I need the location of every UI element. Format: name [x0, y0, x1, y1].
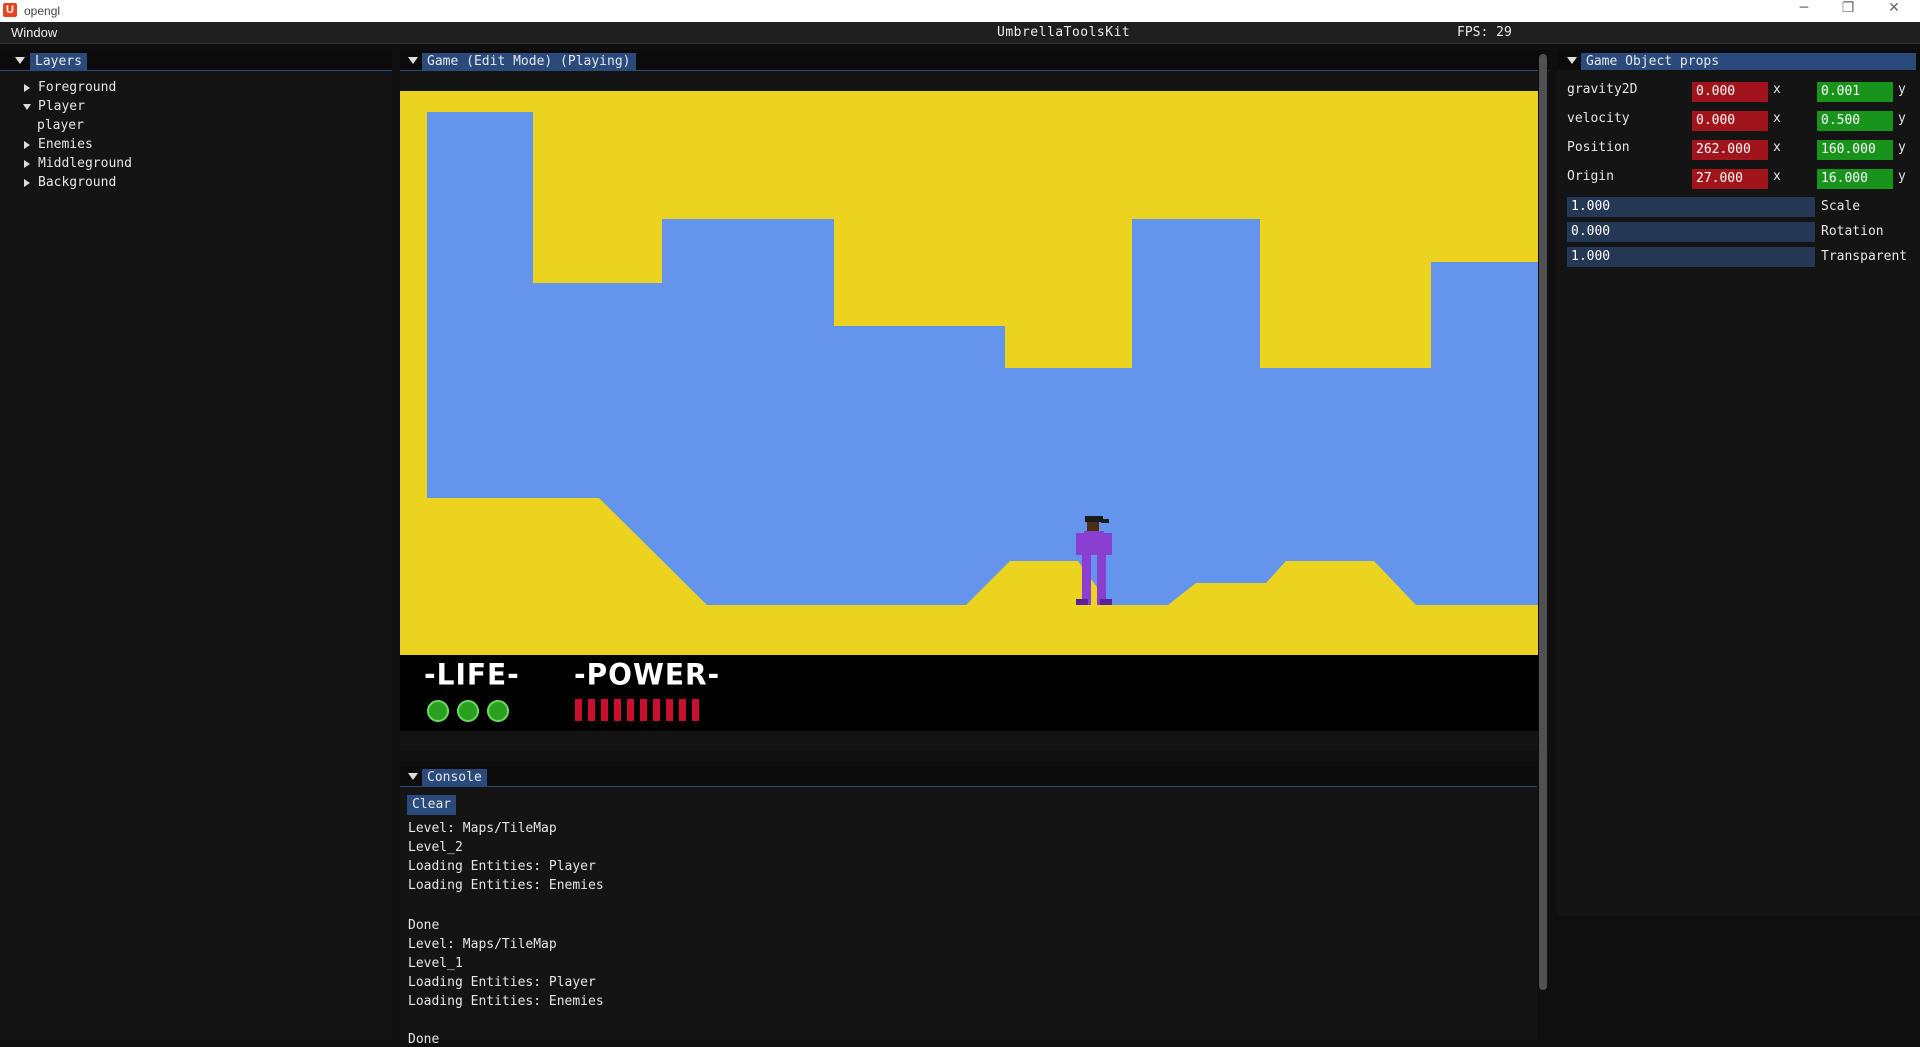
layers-panel: Layers — [0, 50, 392, 1040]
life-dot — [487, 700, 509, 722]
console-line: Loading Entities: Player — [408, 859, 596, 874]
power-segment — [653, 699, 660, 721]
power-segment — [575, 699, 582, 721]
collapse-arrow-icon[interactable] — [1567, 57, 1577, 64]
axis-y-label: y — [1898, 140, 1906, 155]
game-hud: -LIFE- -POWER- — [400, 655, 1539, 731]
prop-origin-y-input[interactable]: 16.000 — [1817, 169, 1893, 189]
app-title: UmbrellaToolsKit — [997, 25, 1131, 40]
axis-x-label: x — [1773, 169, 1781, 184]
expand-arrow-icon[interactable] — [24, 141, 30, 149]
prop-label-transparent: Transparent — [1821, 249, 1908, 264]
prop-label-position: Position — [1567, 140, 1630, 155]
power-segment — [601, 699, 608, 721]
console-line: Done — [408, 918, 440, 933]
prop-gravity2d-x-input[interactable]: 0.000 — [1692, 82, 1768, 102]
power-segment — [614, 699, 621, 721]
player-left-leg — [1082, 555, 1091, 605]
expand-arrow-icon[interactable] — [24, 160, 30, 168]
console-line: Level: Maps/TileMap — [408, 937, 557, 952]
game-panel-header: Game (Edit Mode) (Playing) — [400, 50, 1549, 71]
axis-x-label: x — [1773, 140, 1781, 155]
power-segment — [588, 699, 595, 721]
console-line: Loading Entities: Player — [408, 975, 596, 990]
collapse-arrow-icon[interactable] — [408, 57, 418, 64]
layer-player-child[interactable]: player — [37, 118, 84, 133]
layer-enemies[interactable]: Enemies — [38, 137, 93, 152]
tab-game[interactable]: Game (Edit Mode) (Playing) — [422, 53, 636, 70]
axis-x-label: x — [1773, 111, 1781, 126]
power-segment — [666, 699, 673, 721]
prop-label-origin: Origin — [1567, 169, 1614, 184]
player-hair — [1085, 516, 1103, 522]
layer-player[interactable]: Player — [38, 99, 85, 114]
main-menu-bar: Window UmbrellaToolsKit FPS: 29 — [0, 22, 1920, 44]
player-ponytail — [1101, 519, 1109, 523]
console-line: Level: Maps/TileMap — [408, 821, 557, 836]
player-right-leg — [1097, 555, 1106, 605]
life-dot — [427, 700, 449, 722]
power-segment — [640, 699, 647, 721]
layer-background[interactable]: Background — [38, 175, 116, 190]
power-segment — [679, 699, 686, 721]
prop-label-velocity: velocity — [1567, 111, 1630, 126]
layers-panel-header: Layers — [0, 50, 392, 71]
power-segment — [627, 699, 634, 721]
collapse-arrow-icon[interactable] — [408, 773, 418, 780]
prop-label-scale: Scale — [1821, 199, 1861, 214]
prop-velocity-x-input[interactable]: 0.000 — [1692, 111, 1768, 131]
app-icon: U — [3, 3, 17, 17]
close-button[interactable]: ✕ — [1872, 0, 1916, 22]
power-label: -POWER- — [574, 657, 721, 692]
layer-foreground[interactable]: Foreground — [38, 80, 116, 95]
props-panel-header: Game Object props — [1557, 50, 1920, 70]
game-scrollbar-thumb[interactable] — [1539, 54, 1547, 990]
collapse-arrow-icon[interactable] — [15, 57, 25, 64]
console-panel-header: Console — [400, 766, 1537, 787]
window-title: opengl — [24, 4, 61, 18]
console-line: Loading Entities: Enemies — [408, 994, 604, 1009]
prop-origin-x-input[interactable]: 27.000 — [1692, 169, 1768, 189]
power-segment — [692, 699, 699, 721]
player-left-boot — [1076, 599, 1088, 605]
prop-position-y-input[interactable]: 160.000 — [1817, 140, 1893, 160]
player-left-arm — [1076, 533, 1084, 555]
axis-y-label: y — [1898, 111, 1906, 126]
menu-window[interactable]: Window — [11, 25, 57, 40]
console-line: Level_2 — [408, 840, 463, 855]
axis-y-label: y — [1898, 169, 1906, 184]
tab-game-object-props[interactable]: Game Object props — [1581, 53, 1916, 70]
minimize-button[interactable]: ─ — [1782, 0, 1826, 22]
tab-console[interactable]: Console — [422, 769, 487, 786]
console-line: Loading Entities: Enemies — [408, 878, 604, 893]
player-right-arm — [1104, 533, 1112, 555]
os-title-bar: U opengl ─ ❐ ✕ — [0, 0, 1920, 22]
layer-middleground[interactable]: Middleground — [38, 156, 132, 171]
maximize-button[interactable]: ❐ — [1826, 0, 1870, 22]
prop-rotation-input[interactable]: 0.000 — [1567, 222, 1815, 242]
console-line: Level_1 — [408, 956, 463, 971]
expand-arrow-icon[interactable] — [24, 84, 30, 92]
clear-button[interactable]: Clear — [407, 795, 457, 815]
prop-label-rotation: Rotation — [1821, 224, 1884, 239]
axis-x-label: x — [1773, 82, 1781, 97]
player-torso — [1084, 531, 1104, 555]
prop-scale-input[interactable]: 1.000 — [1567, 197, 1815, 217]
life-label: -LIFE- — [424, 657, 520, 692]
prop-position-x-input[interactable]: 262.000 — [1692, 140, 1768, 160]
prop-transparent-input[interactable]: 1.000 — [1567, 247, 1815, 267]
prop-gravity2d-y-input[interactable]: 0.001 — [1817, 82, 1893, 102]
game-viewport[interactable] — [400, 91, 1539, 655]
axis-y-label: y — [1898, 82, 1906, 97]
fps-counter: FPS: 29 — [1457, 25, 1512, 40]
prop-velocity-y-input[interactable]: 0.500 — [1817, 111, 1893, 131]
tab-layers[interactable]: Layers — [30, 53, 87, 70]
player-right-boot — [1100, 599, 1112, 605]
life-dot — [457, 700, 479, 722]
expand-arrow-icon[interactable] — [24, 179, 30, 187]
prop-label-gravity2d: gravity2D — [1567, 82, 1638, 97]
collapse-arrow-icon[interactable] — [23, 104, 31, 110]
